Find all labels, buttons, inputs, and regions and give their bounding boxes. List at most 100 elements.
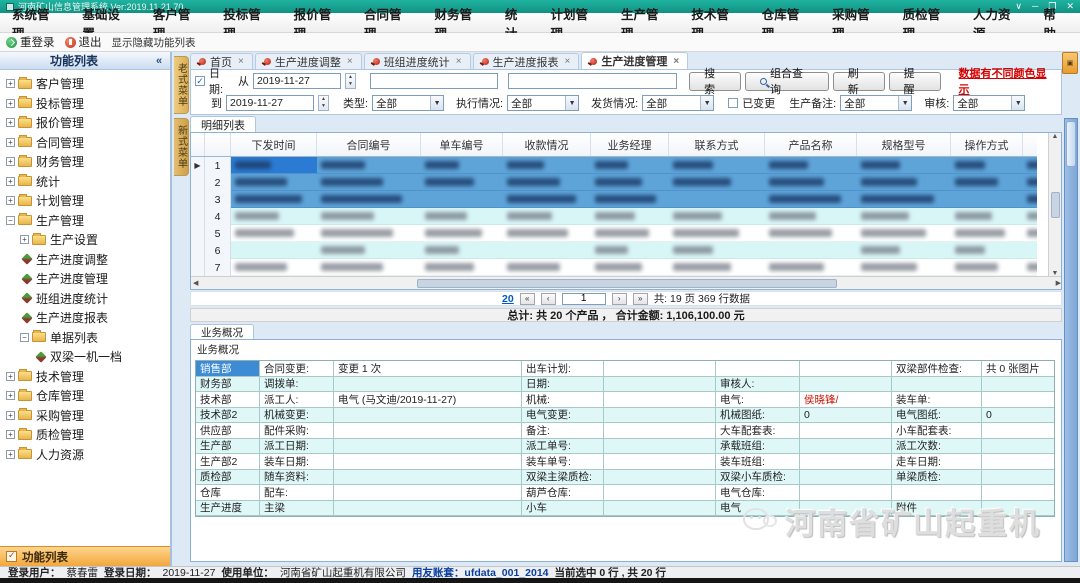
table-row[interactable]: 2 — [191, 174, 1037, 191]
table-row[interactable]: 财务部调拨单:日期:审核人: — [196, 377, 1054, 393]
scroll-up-icon[interactable]: ▲ — [1052, 133, 1059, 140]
expand-icon[interactable]: + — [6, 196, 15, 205]
grid-vertical-scrollbar[interactable]: ▲ ▼ — [1048, 133, 1061, 277]
tab-close-icon[interactable]: × — [673, 56, 679, 67]
search-button[interactable]: 搜索 — [689, 72, 741, 91]
column-header[interactable]: 操作方式 — [951, 133, 1023, 156]
expand-icon[interactable]: + — [6, 430, 15, 439]
tab-close-icon[interactable]: × — [456, 56, 462, 67]
sidebar-item[interactable]: +采购管理 — [0, 406, 170, 426]
dept-cell[interactable]: 技术部2 — [196, 408, 260, 424]
combo-query-button[interactable]: 组合查询 — [745, 72, 829, 91]
page-vertical-scrollbar[interactable] — [1064, 118, 1078, 562]
sidebar-item[interactable]: −生产管理 — [0, 211, 170, 231]
table-row[interactable]: 技术部派工人:电气 (马文迪/2019-11-27)机械:电气:侯晓锋/装车单: — [196, 392, 1054, 408]
sidebar-item[interactable]: +投标管理 — [0, 94, 170, 114]
next-page-button[interactable]: › — [612, 293, 627, 305]
table-row[interactable]: 技术部2机械变更:电气变更:机械图纸:0电气图纸:0 — [196, 408, 1054, 424]
scroll-left-icon[interactable]: ◀ — [193, 279, 198, 287]
sidebar-item[interactable]: −单据列表 — [0, 328, 170, 348]
minimize-button[interactable]: ─ — [1032, 1, 1038, 12]
scroll-thumb[interactable] — [1066, 121, 1076, 167]
collapsed-panel-tab[interactable]: ▣ — [1062, 52, 1078, 74]
date-to-input[interactable] — [226, 95, 314, 111]
grid-horizontal-scrollbar[interactable]: ◀ ▶ — [191, 276, 1062, 289]
last-page-button[interactable]: » — [633, 293, 648, 305]
audit-select[interactable]: 全部▼ — [953, 95, 1025, 111]
exec-select[interactable]: 全部▼ — [507, 95, 579, 111]
tab-item[interactable]: 班组进度统计× — [364, 53, 471, 69]
remind-button[interactable]: 提醒 — [889, 72, 941, 91]
ship-select[interactable]: 全部▼ — [642, 95, 714, 111]
sidebar-bottom-button[interactable]: 功能列表 — [0, 546, 170, 566]
tab-close-icon[interactable]: × — [238, 56, 244, 67]
dept-cell[interactable]: 技术部 — [196, 392, 260, 408]
exit-button[interactable]: 退出 — [65, 34, 102, 50]
expand-icon[interactable]: + — [6, 138, 15, 147]
scroll-thumb[interactable] — [417, 279, 837, 288]
sidebar-item[interactable]: 双梁一机一档 — [0, 347, 170, 367]
date-from-spinner[interactable]: ▲▼ — [345, 73, 356, 89]
sidebar-item[interactable]: +生产设置 — [0, 230, 170, 250]
note-select[interactable]: 全部▼ — [840, 95, 912, 111]
sidebar-item[interactable]: 生产进度管理 — [0, 269, 170, 289]
current-page-input[interactable] — [562, 293, 606, 305]
column-header[interactable]: 规格型号 — [857, 133, 951, 156]
dept-cell[interactable]: 生产部2 — [196, 454, 260, 470]
tab-close-icon[interactable]: × — [565, 56, 571, 67]
relogin-button[interactable]: 重登录 — [6, 34, 55, 50]
table-row[interactable]: 供应部配件采购:备注:大车配套表:小车配套表: — [196, 423, 1054, 439]
sidebar-item[interactable]: +报价管理 — [0, 113, 170, 133]
dept-cell[interactable]: 销售部 — [196, 361, 260, 377]
expand-icon[interactable]: + — [6, 157, 15, 166]
tab-item[interactable]: 生产进度调整× — [255, 53, 362, 69]
expand-icon[interactable]: + — [6, 391, 15, 400]
sidebar-item[interactable]: +仓库管理 — [0, 386, 170, 406]
expand-icon[interactable]: + — [6, 79, 15, 88]
collapse-icon[interactable]: − — [20, 333, 29, 342]
dept-cell[interactable]: 财务部 — [196, 377, 260, 393]
dept-cell[interactable]: 生产进度 — [196, 501, 260, 517]
filter-text-input-2[interactable] — [508, 73, 677, 89]
sidebar-item[interactable]: +合同管理 — [0, 133, 170, 153]
sidebar-item[interactable]: +质检管理 — [0, 425, 170, 445]
page-size-link[interactable]: 20 — [502, 293, 514, 305]
column-header[interactable]: 联系方式 — [669, 133, 765, 156]
table-row[interactable]: 销售部合同变更:变更 1 次出车计划:双梁部件检查:共 0 张图片 — [196, 361, 1054, 377]
date-to-spinner[interactable]: ▲▼ — [318, 95, 329, 111]
date-from-input[interactable] — [253, 73, 341, 89]
table-row[interactable]: 生产部2装车日期:装车单号:装车班组:走车日期: — [196, 454, 1054, 470]
overview-tab[interactable]: 业务概况 — [190, 324, 254, 339]
sidebar-item[interactable]: 生产进度调整 — [0, 250, 170, 270]
table-row[interactable]: 6 — [191, 242, 1037, 259]
type-select[interactable]: 全部▼ — [372, 95, 444, 111]
expand-icon[interactable]: + — [6, 372, 15, 381]
dept-cell[interactable]: 生产部 — [196, 439, 260, 455]
tab-item[interactable]: 生产进度报表× — [473, 53, 580, 69]
tab-active[interactable]: 生产进度管理× — [581, 52, 688, 69]
prev-page-button[interactable]: ‹ — [541, 293, 556, 305]
table-row[interactable]: 5 — [191, 225, 1037, 242]
column-header[interactable]: 收款情况 — [503, 133, 591, 156]
sidebar-item[interactable]: 生产进度报表 — [0, 308, 170, 328]
expand-icon[interactable]: + — [6, 99, 15, 108]
vertical-tab-new-menu[interactable]: 新式菜单 — [174, 118, 189, 176]
table-row[interactable]: ▶1 — [191, 157, 1037, 174]
detail-list-tab[interactable]: 明细列表 — [190, 116, 256, 132]
scroll-right-icon[interactable]: ▶ — [1056, 279, 1061, 287]
color-legend-link[interactable]: 数据有不同颜色显示 — [959, 65, 1058, 97]
vertical-tab-old-menu[interactable]: 老式菜单 — [174, 56, 189, 114]
expand-icon[interactable]: + — [6, 411, 15, 420]
sidebar-item[interactable]: +统计 — [0, 172, 170, 192]
filter-text-input-1[interactable] — [370, 73, 498, 89]
table-row[interactable]: 生产部派工日期:派工单号:承载班组:派工次数: — [196, 439, 1054, 455]
refresh-button[interactable]: 刷新 — [833, 72, 885, 91]
dept-cell[interactable]: 供应部 — [196, 423, 260, 439]
expand-icon[interactable]: + — [6, 177, 15, 186]
column-header[interactable]: 下发时间 — [231, 133, 317, 156]
column-header[interactable]: 电机 — [1023, 133, 1037, 156]
collapse-icon[interactable]: − — [6, 216, 15, 225]
first-page-button[interactable]: « — [520, 293, 535, 305]
table-row[interactable]: 7 — [191, 259, 1037, 276]
expand-icon[interactable]: + — [6, 118, 15, 127]
